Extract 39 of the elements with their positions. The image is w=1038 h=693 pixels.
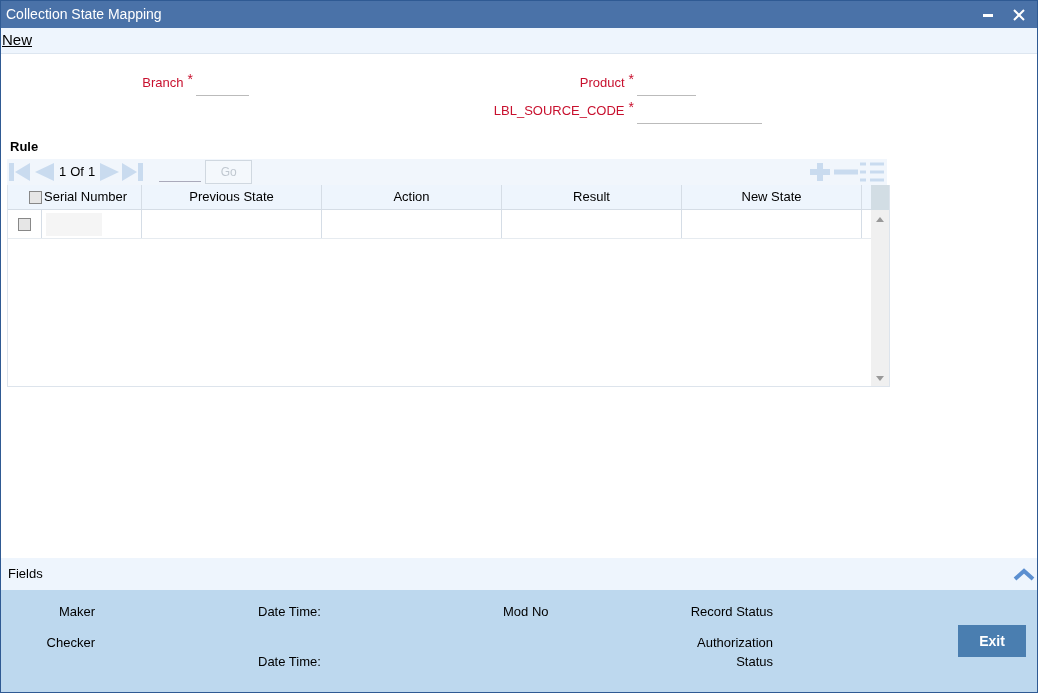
window-title: Collection State Mapping [6,5,162,24]
minimize-icon[interactable] [983,12,993,17]
column-header: Serial Number [44,188,128,207]
list-view-icon[interactable] [859,161,885,183]
checkbox[interactable] [18,217,31,231]
page-of: Of [70,163,84,182]
last-page-icon[interactable] [121,162,144,182]
previous-page-icon[interactable] [33,162,55,182]
field-label: Product [579,73,625,92]
audit-label: Checker [45,633,95,652]
audit-label: Date Time: [258,652,322,671]
first-page-icon[interactable] [9,162,31,182]
field-label: LBL_SOURCE_CODE [493,101,625,120]
scroll-up-icon[interactable] [876,217,884,222]
field-label: Branch [142,73,184,92]
column-header: Action [393,188,430,207]
add-row-icon[interactable] [807,161,833,183]
fields-label: Fields [8,565,43,584]
collapse-icon[interactable] [1013,567,1035,581]
scrollbar[interactable] [871,185,889,386]
column-header: Previous State [189,188,274,207]
audit-label: Authorization Status [696,633,773,671]
page-number: 1 [59,163,67,182]
audit-label: Date Time: [258,603,322,621]
audit-label: Mod No [503,603,550,621]
exit-button[interactable]: Exit [958,625,1026,657]
section-title: Rule [10,139,39,154]
page-total: 1 [87,163,96,182]
required-mark: * [187,72,193,85]
checkbox[interactable] [29,190,42,204]
required-mark: * [628,100,634,113]
audit-label: Record Status [689,603,773,621]
column-header: New State [741,188,802,207]
required-mark: * [628,72,634,85]
audit-label: Maker [57,603,95,621]
close-icon[interactable] [1013,8,1025,21]
new-link[interactable]: New [1,29,38,52]
scroll-down-icon[interactable] [876,376,884,381]
column-header: Result [573,188,610,207]
